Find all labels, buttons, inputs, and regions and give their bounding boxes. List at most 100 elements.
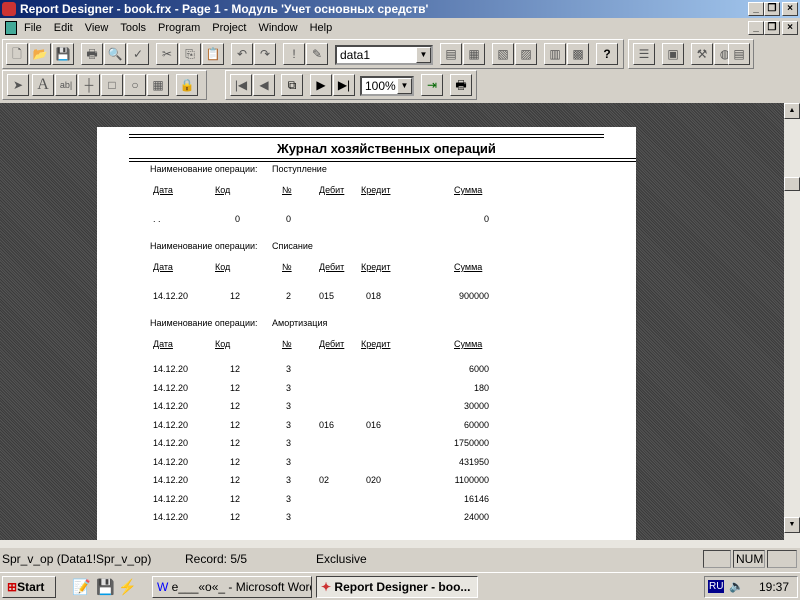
report-wizard-icon[interactable]: ▨ bbox=[515, 43, 537, 65]
print-icon[interactable]: 🖶 bbox=[81, 43, 103, 65]
tools-icon[interactable]: ⚒ bbox=[691, 43, 713, 65]
cell-code: 12 bbox=[229, 512, 240, 522]
autoreport-icon[interactable]: ▩ bbox=[567, 43, 589, 65]
first-page-icon[interactable]: |◀ bbox=[230, 74, 252, 96]
cell-sum: 24000 bbox=[463, 512, 489, 522]
cell-code: 12 bbox=[229, 291, 240, 301]
task-report-designer[interactable]: ✦ Report Designer - boo... bbox=[316, 576, 478, 598]
cell-num: 0 bbox=[285, 214, 291, 224]
ellipse-tool-icon[interactable]: ○ bbox=[124, 74, 146, 96]
cell-code: 12 bbox=[229, 475, 240, 485]
doc-close-button[interactable]: × bbox=[782, 21, 798, 35]
report-page: Журнал хозяйственных операций Наименован… bbox=[97, 127, 636, 540]
menu-window[interactable]: Window bbox=[258, 22, 297, 34]
scroll-down-icon[interactable]: ▼ bbox=[784, 517, 800, 533]
last-page-icon[interactable]: ▶| bbox=[333, 74, 355, 96]
operation-label: Наименование операции: bbox=[150, 164, 258, 174]
report-controls-toolbar: ➤ A ab| ┼ □ ○ ▦ 🔒 bbox=[2, 70, 207, 100]
scroll-up-icon[interactable]: ▲ bbox=[784, 103, 800, 119]
print-report-icon[interactable]: 🖶 bbox=[450, 74, 472, 96]
report-title: Журнал хозяйственных операций bbox=[277, 141, 496, 156]
restore-button[interactable]: ❐ bbox=[764, 2, 780, 16]
cell-num: 3 bbox=[285, 438, 291, 448]
doc-restore-button[interactable]: ❐ bbox=[764, 21, 780, 35]
cell-code: 12 bbox=[229, 401, 240, 411]
start-button[interactable]: ⊞Start bbox=[2, 576, 56, 598]
rectangle-tool-icon[interactable]: □ bbox=[101, 74, 123, 96]
picture-tool-icon[interactable]: ▦ bbox=[147, 74, 169, 96]
zoom-select[interactable]: 100% ▼ bbox=[360, 76, 414, 96]
menu-program[interactable]: Program bbox=[158, 22, 200, 34]
cell-num: 3 bbox=[285, 364, 291, 374]
form-wizard-icon[interactable]: ▧ bbox=[492, 43, 514, 65]
form-icon[interactable]: ▤ bbox=[440, 43, 462, 65]
cut-icon[interactable]: ✂ bbox=[156, 43, 178, 65]
cell-num: 3 bbox=[285, 493, 291, 504]
operation-label: Наименование операции: bbox=[150, 241, 258, 251]
data-environment-icon[interactable]: ☰ bbox=[633, 43, 655, 65]
chevron-down-icon[interactable]: ▼ bbox=[397, 78, 412, 94]
go-to-page-icon[interactable]: ⧉ bbox=[281, 74, 303, 96]
new-icon[interactable]: 🗋 bbox=[6, 43, 28, 65]
print-preview-icon[interactable]: 🔍 bbox=[104, 43, 126, 65]
column-header-credit: Кредит bbox=[361, 262, 391, 272]
redo-icon[interactable]: ↷ bbox=[254, 43, 276, 65]
document-icon bbox=[5, 21, 17, 35]
undo-icon[interactable]: ↶ bbox=[231, 43, 253, 65]
help-icon[interactable]: ? bbox=[596, 43, 618, 65]
label-tool-icon[interactable]: A bbox=[32, 74, 54, 96]
align-icon[interactable]: ▤ bbox=[728, 43, 750, 65]
report-icon[interactable]: ▦ bbox=[463, 43, 485, 65]
column-header-code: Код bbox=[215, 339, 231, 349]
scroll-thumb[interactable] bbox=[784, 177, 800, 191]
menu-tools[interactable]: Tools bbox=[120, 22, 146, 34]
layout-icon[interactable]: ▣ bbox=[662, 43, 684, 65]
cell-sum: 180 bbox=[473, 382, 489, 393]
spell-check-icon[interactable]: ✓ bbox=[127, 43, 149, 65]
quicklaunch-save-icon[interactable]: 💾 bbox=[96, 578, 115, 596]
prev-page-icon[interactable]: ◀ bbox=[253, 74, 275, 96]
menu-view[interactable]: View bbox=[85, 22, 109, 34]
chevron-down-icon[interactable]: ▼ bbox=[416, 47, 431, 63]
lock-icon[interactable]: 🔒 bbox=[176, 74, 198, 96]
quicklaunch-lightning-icon[interactable]: ⚡ bbox=[118, 578, 137, 596]
menu-edit[interactable]: Edit bbox=[54, 22, 73, 34]
save-icon[interactable]: 💾 bbox=[52, 43, 74, 65]
system-tray: RU 🔈 19:37 bbox=[704, 576, 798, 598]
vertical-scrollbar[interactable]: ▲ ▼ bbox=[784, 103, 800, 540]
cell-num: 3 bbox=[285, 456, 291, 467]
next-page-icon[interactable]: ▶ bbox=[310, 74, 332, 96]
menu-help[interactable]: Help bbox=[310, 22, 333, 34]
task-label: Report Designer - boo... bbox=[334, 580, 471, 594]
copy-icon[interactable]: ⎘ bbox=[179, 43, 201, 65]
cell-date: . . bbox=[153, 214, 161, 224]
menu-project[interactable]: Project bbox=[212, 22, 246, 34]
close-button[interactable]: × bbox=[782, 2, 798, 16]
doc-minimize-button[interactable]: _ bbox=[748, 21, 764, 35]
modify-icon[interactable]: ✎ bbox=[306, 43, 328, 65]
pointer-icon[interactable]: ➤ bbox=[7, 74, 29, 96]
column-header-num: № bbox=[282, 339, 292, 349]
datasource-select[interactable]: data1 ▼ bbox=[335, 45, 433, 65]
paste-icon[interactable]: 📋 bbox=[202, 43, 224, 65]
language-indicator[interactable]: RU bbox=[708, 580, 725, 593]
menu-file[interactable]: File bbox=[24, 22, 42, 34]
report-preview-area: Журнал хозяйственных операций Наименован… bbox=[0, 103, 784, 540]
zoom-value: 100% bbox=[365, 79, 396, 93]
line-tool-icon[interactable]: ┼ bbox=[78, 74, 100, 96]
column-header-sum: Сумма bbox=[454, 262, 483, 272]
task-microsoft-word[interactable]: W е___«о«_ - Microsoft Word bbox=[152, 576, 312, 598]
status-panel-caps bbox=[703, 550, 731, 568]
cell-date: 14.12.20 bbox=[153, 419, 189, 430]
field-tool-icon[interactable]: ab| bbox=[55, 74, 77, 96]
cell-num: 3 bbox=[285, 475, 291, 485]
horizontal-scrollbar[interactable] bbox=[0, 540, 800, 548]
open-icon[interactable]: 📂 bbox=[29, 43, 51, 65]
minimize-button[interactable]: _ bbox=[748, 2, 764, 16]
run-icon[interactable]: ! bbox=[283, 43, 305, 65]
cell-code: 12 bbox=[229, 493, 240, 504]
close-preview-icon[interactable]: ⇥ bbox=[421, 74, 443, 96]
quicklaunch-desktop-icon[interactable]: 📝 bbox=[72, 578, 91, 596]
volume-icon[interactable]: 🔈 bbox=[729, 579, 744, 593]
autoform-icon[interactable]: ▥ bbox=[544, 43, 566, 65]
